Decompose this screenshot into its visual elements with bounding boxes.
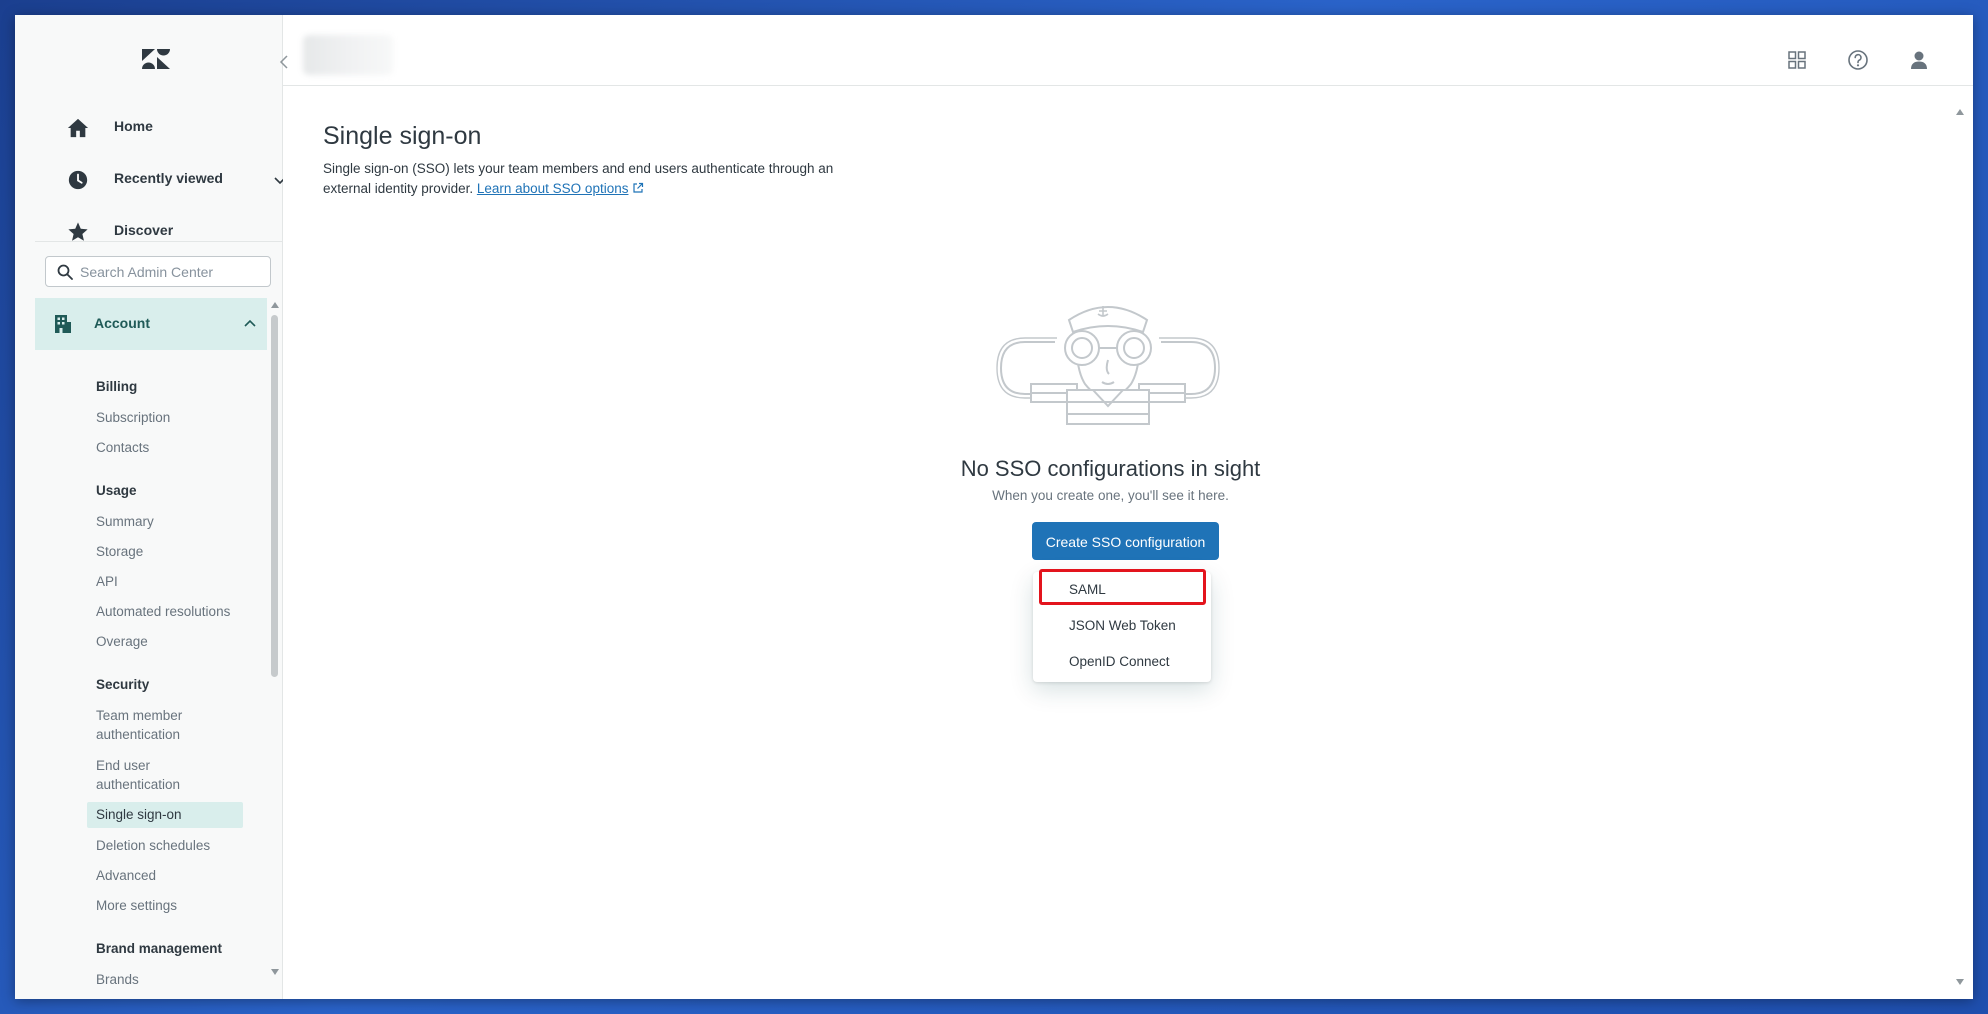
sidebar-scroll-down-arrow-icon[interactable] <box>270 968 280 976</box>
nav-home-label: Home <box>114 118 153 134</box>
page-description: Single sign-on (SSO) lets your team memb… <box>323 159 883 199</box>
nav-recently-viewed[interactable]: Recently viewed <box>35 157 286 203</box>
link-end-user-authentication[interactable]: End user authentication <box>96 756 206 794</box>
search-admin-center-field[interactable] <box>45 256 271 287</box>
nav-home[interactable]: Home <box>35 105 277 151</box>
link-storage[interactable]: Storage <box>96 542 246 561</box>
saml-highlight-box <box>1039 569 1206 605</box>
empty-state-subtitle: When you create one, you'll see it here. <box>992 488 1229 503</box>
sidebar-divider <box>35 241 282 242</box>
search-input[interactable] <box>80 257 266 286</box>
section-brand-management-heading: Brand management <box>96 941 223 956</box>
help-icon[interactable] <box>1847 49 1869 71</box>
link-api[interactable]: API <box>96 572 246 591</box>
create-sso-configuration-button[interactable]: Create SSO configuration <box>1032 522 1219 560</box>
home-icon <box>67 118 89 138</box>
sidebar: Home Recently viewed Discover Search Adm… <box>15 15 286 999</box>
collapse-sidebar-button[interactable] <box>274 49 294 75</box>
link-subscription[interactable]: Subscription <box>96 408 246 427</box>
link-more-settings[interactable]: More settings <box>96 896 246 915</box>
learn-about-sso-link-text: Learn about SSO options <box>476 181 629 196</box>
link-brands[interactable]: Brands <box>96 970 246 984</box>
sidebar-scrollbar-thumb[interactable] <box>271 315 278 677</box>
search-icon <box>57 264 73 280</box>
link-advanced[interactable]: Advanced <box>96 866 246 885</box>
main-scroll-down-arrow-icon[interactable] <box>1955 978 1965 986</box>
sidebar-scroll-up-arrow-icon[interactable] <box>270 301 280 309</box>
main-content: Single sign-on Single sign-on (SSO) lets… <box>283 86 1973 999</box>
section-usage-heading: Usage <box>96 483 137 498</box>
main-scroll-up-arrow-icon[interactable] <box>1955 108 1965 116</box>
nav-discover-label: Discover <box>114 222 174 238</box>
link-deletion-schedules[interactable]: Deletion schedules <box>96 836 246 855</box>
link-team-member-authentication[interactable]: Team member authentication <box>96 706 216 744</box>
admin-center-window: Home Recently viewed Discover Search Adm… <box>15 15 1973 999</box>
nav-account[interactable]: Account <box>35 298 267 350</box>
products-grid-icon[interactable] <box>1786 49 1808 71</box>
page-title: Single sign-on <box>323 122 482 150</box>
chevron-up-icon[interactable] <box>242 316 258 332</box>
link-summary[interactable]: Summary <box>96 512 246 531</box>
building-icon <box>55 315 71 333</box>
blurred-breadcrumb <box>303 35 393 75</box>
link-single-sign-on[interactable]: Single sign-on <box>87 802 243 828</box>
top-bar <box>283 15 1973 86</box>
zendesk-logo-icon[interactable] <box>141 48 171 70</box>
nav-recently-viewed-label: Recently viewed <box>114 170 223 186</box>
learn-about-sso-link[interactable]: Learn about SSO options <box>477 181 629 196</box>
section-billing-heading: Billing <box>96 379 138 394</box>
link-contacts[interactable]: Contacts <box>96 438 246 457</box>
dropdown-item-json-web-token[interactable]: JSON Web Token <box>1069 618 1176 633</box>
nav-account-label: Account <box>94 315 150 331</box>
user-profile-icon[interactable] <box>1908 49 1930 71</box>
dropdown-item-openid-connect[interactable]: OpenID Connect <box>1069 654 1170 669</box>
star-icon <box>68 222 88 241</box>
empty-state-title: No SSO configurations in sight <box>960 456 1261 481</box>
external-link-icon <box>633 182 644 193</box>
clock-icon <box>68 170 88 190</box>
chevron-left-icon <box>279 55 288 69</box>
section-security-heading: Security <box>96 677 150 692</box>
nav-discover[interactable]: Discover <box>35 209 277 255</box>
link-overage[interactable]: Overage <box>96 632 246 651</box>
link-automated-resolutions[interactable]: Automated resolutions <box>96 602 246 621</box>
binoculars-sailor-illustration <box>996 306 1220 425</box>
